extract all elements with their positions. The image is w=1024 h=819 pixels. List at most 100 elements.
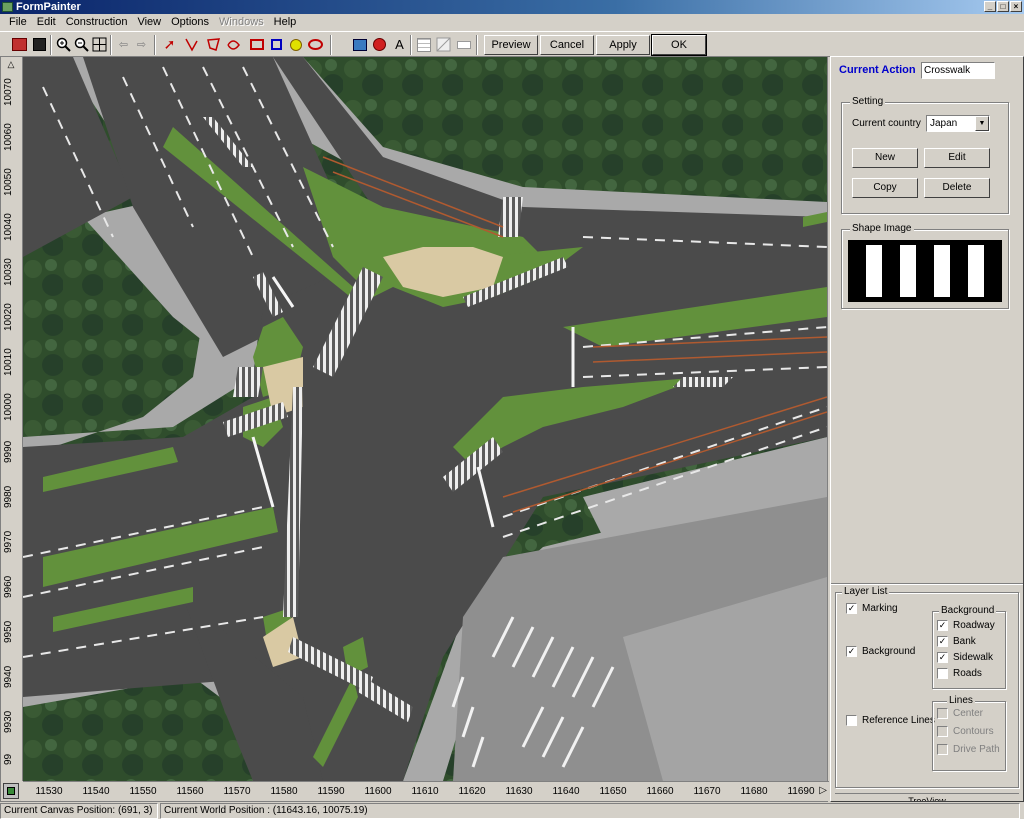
vruler-tick: 10020	[3, 303, 14, 331]
menu-options[interactable]: Options	[166, 14, 214, 31]
properties-panel: Current Action Crosswalk Setting Current…	[830, 56, 1024, 802]
contours-checkbox[interactable]: Contours	[937, 726, 994, 737]
snap-icon[interactable]	[434, 35, 453, 54]
country-select-value: Japan	[930, 118, 958, 129]
hruler-tick: 11550	[129, 786, 157, 797]
ruler-right-arrow-icon[interactable]: ▷	[819, 785, 827, 796]
new-button[interactable]: New	[852, 148, 918, 168]
menu-edit[interactable]: Edit	[32, 14, 61, 31]
intersection-drawing	[23, 57, 827, 781]
hruler-tick: 11600	[364, 786, 392, 797]
menu-construction[interactable]: Construction	[61, 14, 133, 31]
vruler-tick: 9980	[3, 485, 14, 509]
vruler-tick: 9970	[3, 530, 14, 554]
edit-button[interactable]: Edit	[924, 148, 990, 168]
country-label: Current country	[852, 118, 921, 129]
hruler-tick: 11620	[458, 786, 486, 797]
text-tool-icon[interactable]: A	[390, 35, 409, 54]
treeview-tab[interactable]: TreeView	[835, 793, 1019, 801]
background-label: Background	[862, 646, 916, 657]
status-bar: Current Canvas Position: (691, 3) Curren…	[0, 803, 1024, 819]
zoom-fit-icon[interactable]	[90, 35, 109, 54]
center-checkbox[interactable]: Center	[937, 708, 983, 719]
apply-button[interactable]: Apply	[596, 35, 650, 55]
undo-icon[interactable]: ⇦	[114, 35, 133, 54]
crosswalk-shape-image	[848, 240, 1002, 302]
line-width-icon[interactable]	[454, 35, 473, 54]
copy-button[interactable]: Copy	[852, 178, 918, 198]
hruler-tick: 11690	[787, 786, 815, 797]
map-canvas[interactable]	[23, 57, 827, 781]
ellipse-icon[interactable]	[306, 35, 325, 54]
preview-button[interactable]: Preview	[484, 35, 538, 55]
minimize-button[interactable]: _	[984, 1, 996, 12]
roads-label: Roads	[953, 668, 982, 679]
menu-file[interactable]: File	[4, 14, 32, 31]
save-icon[interactable]	[30, 35, 49, 54]
circle-icon[interactable]	[286, 35, 305, 54]
close-button[interactable]: ×	[1010, 1, 1022, 12]
roadway-checkbox[interactable]: ✓ Roadway	[937, 620, 995, 631]
roadway-label: Roadway	[953, 620, 995, 631]
ruler-up-arrow-icon[interactable]: △	[4, 59, 18, 71]
reference-lines-label: Reference Lines	[862, 715, 935, 726]
menu-bar: File Edit Construction View Options Wind…	[0, 14, 1024, 31]
chevron-down-icon[interactable]: ▼	[975, 116, 989, 131]
center-label: Center	[953, 708, 984, 719]
open-file-icon[interactable]	[10, 35, 29, 54]
zoom-out-icon[interactable]	[72, 35, 91, 54]
window-title: FormPainter	[16, 1, 81, 13]
vruler-tick: 9960	[3, 575, 14, 599]
reference-lines-checkbox[interactable]: Reference Lines	[846, 715, 935, 726]
title-bar: FormPainter _ □ ×	[0, 0, 1024, 14]
hruler-tick: 11590	[317, 786, 345, 797]
vruler-tick: 10060	[3, 123, 14, 151]
marking-label: Marking	[862, 603, 898, 614]
zoom-in-icon[interactable]	[54, 35, 73, 54]
polygon-icon[interactable]	[204, 35, 223, 54]
marking-checkbox[interactable]: ✓ Marking	[846, 603, 898, 614]
setting-legend: Setting	[850, 96, 886, 107]
rotate-icon[interactable]	[370, 35, 389, 54]
bank-label: Bank	[953, 636, 976, 647]
contours-label: Contours	[953, 726, 994, 737]
hruler-tick: 11580	[270, 786, 298, 797]
vruler-tick: 9930	[3, 710, 14, 734]
drive-path-label: Drive Path	[953, 744, 1000, 755]
grid-icon[interactable]	[414, 35, 433, 54]
delete-button[interactable]: Delete	[924, 178, 990, 198]
vertical-ruler: △ 10070 10060 10050 10040 10030 10020 10…	[1, 57, 23, 781]
vruler-tick: 10010	[3, 348, 14, 376]
canvas-corner-icon[interactable]	[3, 783, 19, 799]
ok-button[interactable]: OK	[651, 34, 707, 56]
layer-list-legend: Layer List	[842, 586, 890, 597]
rectangle-icon[interactable]	[247, 35, 266, 54]
hruler-tick: 11570	[223, 786, 251, 797]
roads-checkbox[interactable]: Roads	[937, 668, 982, 679]
sidewalk-label: Sidewalk	[953, 652, 994, 663]
menu-view[interactable]: View	[132, 14, 166, 31]
drive-path-checkbox[interactable]: Drive Path	[937, 744, 1000, 755]
hruler-tick: 11530	[35, 786, 63, 797]
menu-windows[interactable]: Windows	[214, 14, 269, 31]
polyline-icon[interactable]	[182, 35, 201, 54]
sidewalk-checkbox[interactable]: ✓ Sidewalk	[937, 652, 993, 663]
country-select[interactable]: Japan ▼	[926, 115, 990, 132]
image-icon[interactable]	[350, 35, 369, 54]
vruler-tick: 99	[3, 753, 14, 765]
cancel-button[interactable]: Cancel	[540, 35, 594, 55]
spline-icon[interactable]	[224, 35, 243, 54]
hruler-tick: 11650	[599, 786, 627, 797]
menu-help[interactable]: Help	[269, 14, 302, 31]
maximize-button[interactable]: □	[997, 1, 1009, 12]
bank-checkbox[interactable]: ✓ Bank	[937, 636, 976, 647]
square-icon[interactable]	[267, 35, 286, 54]
background-checkbox[interactable]: ✓ Background	[846, 646, 915, 657]
lines-subgroup-legend: Lines	[947, 695, 975, 706]
redo-icon[interactable]: ⇨	[132, 35, 151, 54]
hruler-tick: 11560	[176, 786, 204, 797]
select-arrow-icon[interactable]: ➚	[160, 35, 179, 54]
canvas-area: △ 10070 10060 10050 10040 10030 10020 10…	[0, 56, 829, 802]
setting-group: Setting Current country Japan ▼ New Edit…	[841, 96, 1009, 214]
current-action-field[interactable]: Crosswalk	[921, 62, 995, 79]
